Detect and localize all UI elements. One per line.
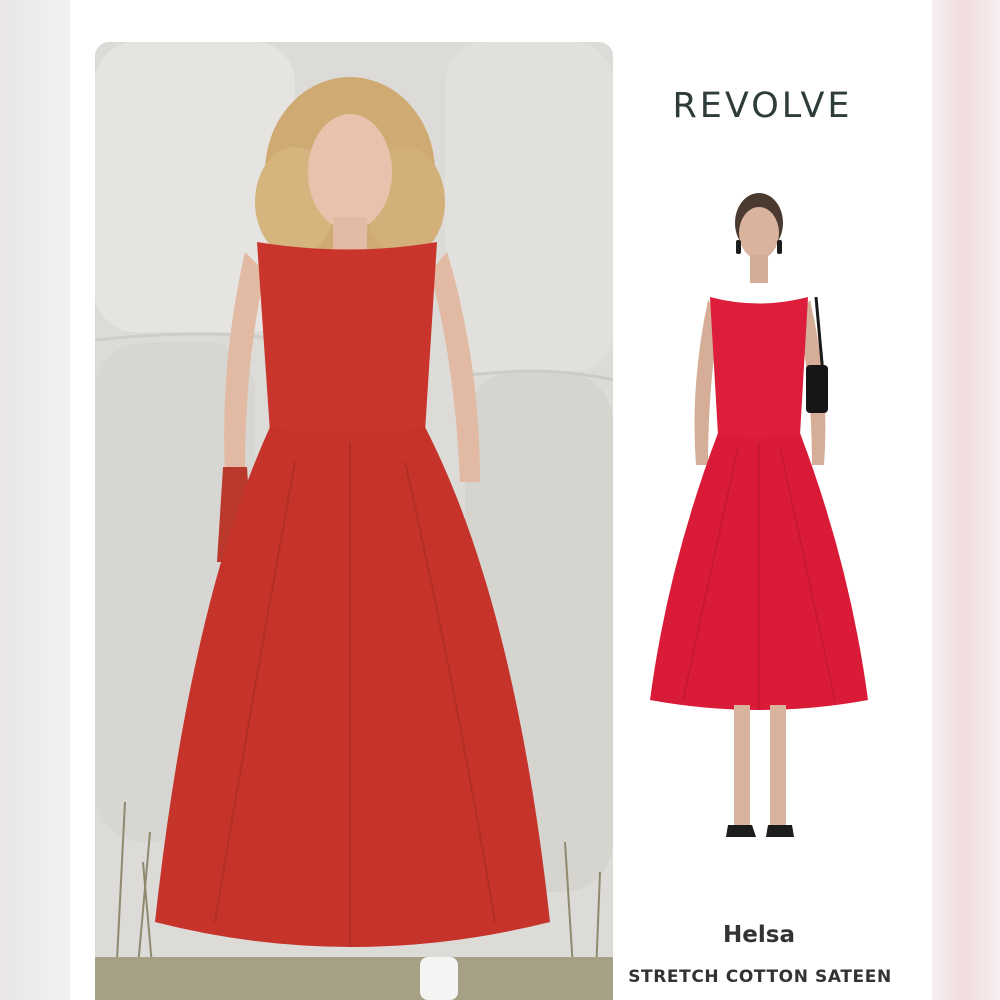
- product-fabric: STRETCH COTTON SATEEN: [628, 967, 892, 987]
- product-name: Helsa: [723, 922, 795, 948]
- blurred-background-left: [0, 0, 70, 1000]
- blurred-background-right: [932, 0, 1000, 1000]
- editorial-photo: [95, 42, 613, 1000]
- brand-logo: REVOLVE: [672, 86, 853, 126]
- product-photo: [628, 185, 890, 875]
